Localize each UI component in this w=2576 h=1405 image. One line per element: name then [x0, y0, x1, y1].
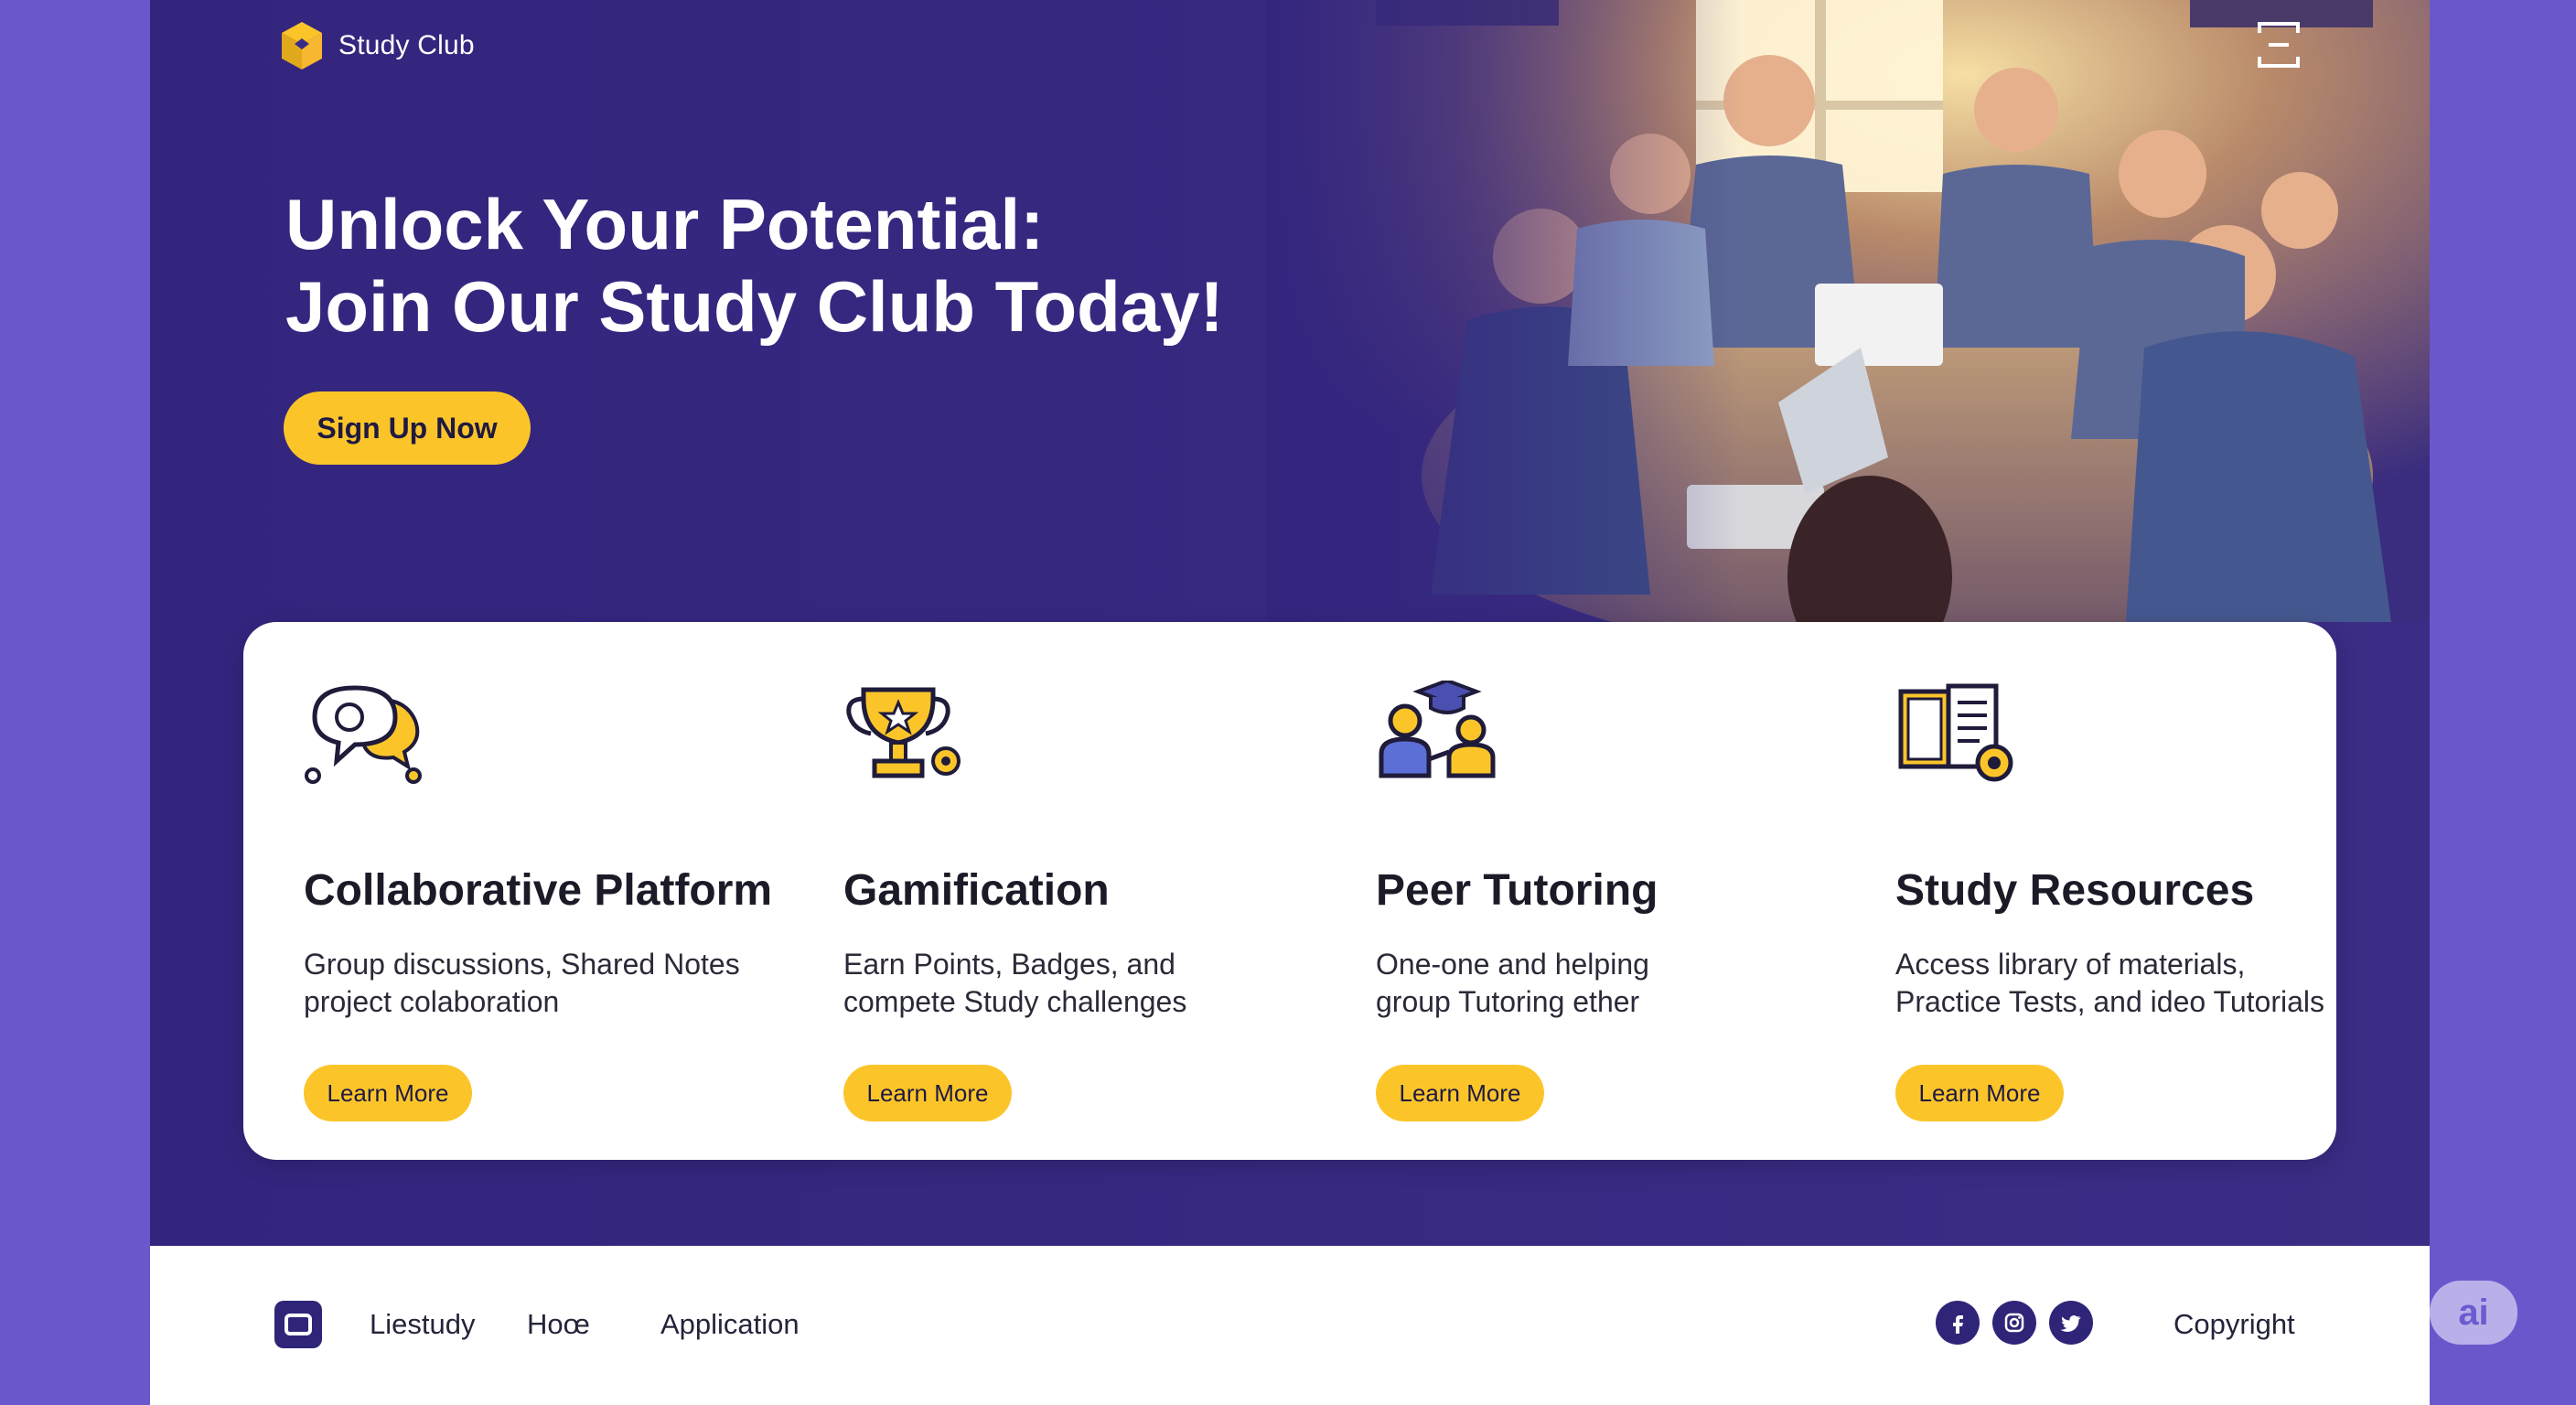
description-line: Group discussions, Shared Notes [304, 948, 740, 981]
feature-description: Access library of materials, Practice Te… [1895, 946, 2408, 1021]
feature-collaborative: Collaborative Platform Group discussions… [304, 681, 798, 1121]
ai-badge[interactable]: ai [2430, 1281, 2517, 1345]
feature-gamification: Gamification Earn Points, Badges, and co… [843, 681, 1337, 1121]
footer-link-home[interactable]: Hoœ [527, 1308, 590, 1341]
feature-title: Collaborative Platform [304, 866, 773, 915]
sign-up-button[interactable]: Sign Up Now [284, 391, 531, 465]
description-line: One-one and helping [1376, 948, 1649, 981]
window-icon [284, 1314, 312, 1335]
copyright-text: Copyright [2174, 1308, 2295, 1340]
left-margin [0, 0, 150, 1405]
menu-button[interactable] [2256, 20, 2302, 70]
trophy-icon [846, 687, 961, 778]
description-line: Access library of materials, [1895, 948, 2246, 981]
description-line: Practice Tests, and ideo Tutorials [1895, 985, 2324, 1018]
description-line: group Tutoring ether [1376, 985, 1640, 1018]
graduation-people-icon [1379, 681, 1496, 778]
learn-more-button[interactable]: Learn More [843, 1065, 1012, 1121]
twitter-button[interactable] [2049, 1301, 2093, 1345]
footer-link-application[interactable]: Application [660, 1308, 800, 1341]
brand-name: Study Club [338, 30, 475, 60]
headline-line-1: Unlock Your Potential: [285, 184, 1045, 264]
menu-icon [2258, 22, 2300, 68]
learn-more-button[interactable]: Learn More [304, 1065, 472, 1121]
book-library-icon [1898, 683, 2013, 782]
feature-title: Peer Tutoring [1376, 866, 1658, 915]
right-margin [2430, 0, 2576, 1405]
hero-section: Study Club Unlock Your Potential: Join O… [150, 0, 2430, 1246]
twitter-icon [2060, 1315, 2081, 1332]
facebook-icon [1953, 1315, 1963, 1334]
feature-title: Study Resources [1895, 866, 2255, 915]
headline-line-2: Join Our Study Club Today! [285, 266, 1224, 347]
brand[interactable]: Study Club [278, 20, 475, 71]
landing-page: Study Club Unlock Your Potential: Join O… [150, 0, 2430, 1405]
facebook-button[interactable] [1936, 1301, 1980, 1345]
description-line: compete Study challenges [843, 985, 1187, 1018]
feature-title: Gamification [843, 866, 1110, 915]
description-line: project colaboration [304, 985, 560, 1018]
footer-logo[interactable] [274, 1301, 322, 1348]
features-card: Collaborative Platform Group discussions… [243, 622, 2336, 1160]
feature-description: Group discussions, Shared Notes project … [304, 946, 816, 1021]
cube-logo-icon [282, 22, 322, 70]
description-line: Earn Points, Badges, and [843, 948, 1175, 981]
instagram-button[interactable] [1992, 1301, 2036, 1345]
feature-peer-tutoring: Peer Tutoring One-one and helping group … [1376, 681, 1870, 1121]
hero-headline: Unlock Your Potential: Join Our Study Cl… [285, 183, 1224, 348]
learn-more-button[interactable]: Learn More [1376, 1065, 1544, 1121]
learn-more-button[interactable]: Learn More [1895, 1065, 2064, 1121]
feature-study-resources: Study Resources Access library of materi… [1895, 681, 2389, 1121]
feature-description: One-one and helping group Tutoring ether [1376, 946, 1888, 1021]
chat-bubbles-icon [305, 685, 422, 784]
footer-link-liestudy[interactable]: Liestudy [370, 1308, 475, 1341]
instagram-icon [2004, 1313, 2024, 1333]
photo-gradient-overlay [1266, 0, 1742, 622]
feature-description: Earn Points, Badges, and compete Study c… [843, 946, 1356, 1021]
footer: Liestudy Hoœ Application Copyright [150, 1246, 2430, 1405]
